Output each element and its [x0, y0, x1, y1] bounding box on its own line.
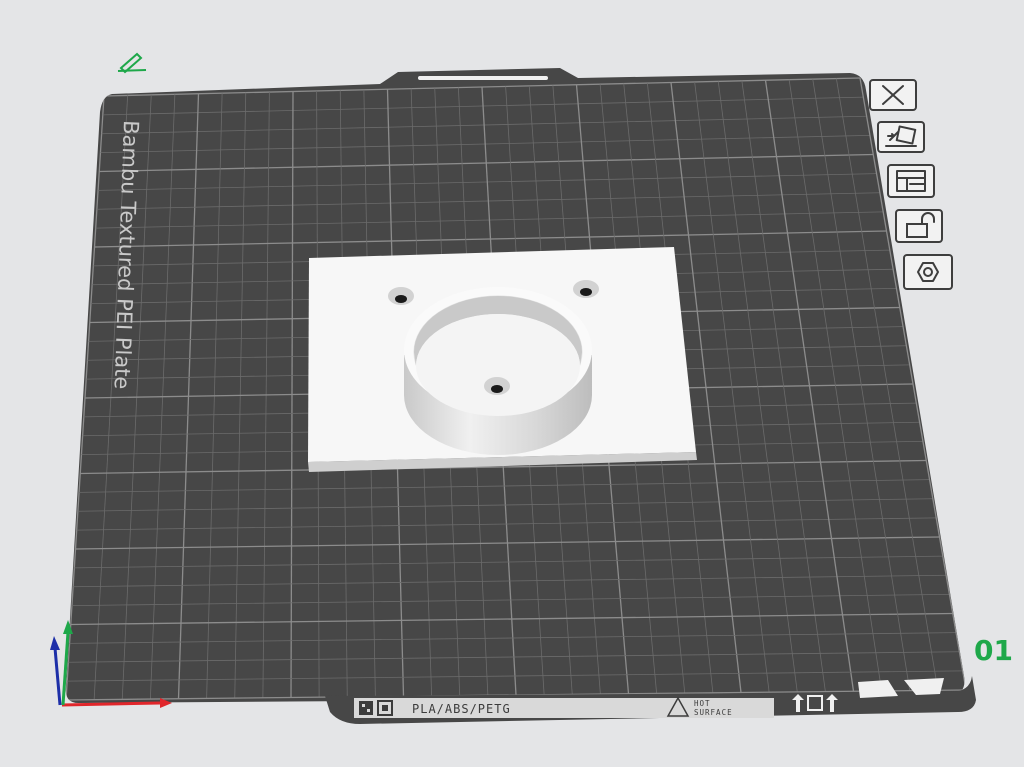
material-compatibility-text: PLA/ABS/PETG — [412, 702, 511, 716]
plate-settings-button[interactable] — [903, 254, 953, 290]
plate-handle — [418, 76, 548, 80]
warning-text-line2: SURFACE — [694, 708, 733, 717]
build-plate-canvas[interactable]: PLA/ABS/PETG HOT SURFACE Bambu Textured … — [0, 0, 1024, 767]
mount-hole-left — [388, 287, 414, 305]
close-plate-button[interactable] — [869, 79, 917, 111]
mount-hole-center — [484, 377, 510, 395]
arrange-button[interactable] — [887, 164, 935, 198]
mount-hole-right — [573, 280, 599, 298]
auto-orient-button[interactable] — [877, 121, 925, 153]
arrange-icon — [896, 170, 926, 192]
pencil-icon[interactable] — [117, 52, 147, 74]
lock-button[interactable] — [895, 209, 943, 243]
plate-number: 01 — [974, 634, 1013, 667]
warning-text-line1: HOT — [694, 699, 711, 708]
model-object[interactable] — [308, 247, 697, 472]
